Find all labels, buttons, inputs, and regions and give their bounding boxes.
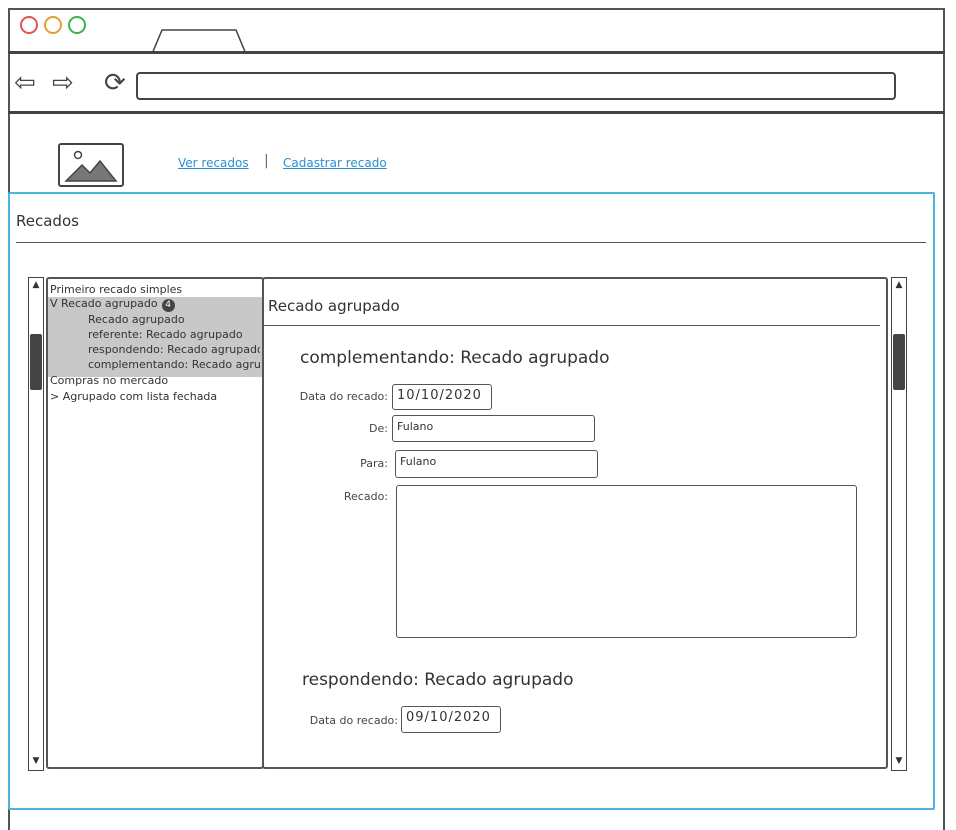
tree-item[interactable]: Compras no mercado (50, 374, 168, 387)
tree-child-item[interactable]: respondendo: Recado agrupado (88, 343, 260, 356)
title-bar (8, 8, 945, 54)
tree-item-collapsed[interactable]: > Agrupado com lista fechada (50, 390, 217, 403)
tree-item[interactable]: Primeiro recado simples (50, 283, 182, 296)
back-arrow-icon[interactable]: ⇦ (14, 68, 36, 98)
browser-tab[interactable] (152, 28, 246, 54)
de-field[interactable]: Fulano (392, 415, 595, 442)
scroll-up-icon[interactable]: ▲ (892, 278, 906, 292)
date-label: Data do recado: (299, 390, 388, 403)
scroll-up-icon[interactable]: ▲ (29, 278, 43, 292)
recado-textarea[interactable] (396, 485, 857, 638)
scroll-down-icon[interactable]: ▼ (29, 754, 43, 768)
scroll-thumb[interactable] (30, 334, 42, 390)
date-label: Data do recado: (309, 714, 398, 727)
para-field[interactable]: Fulano (395, 450, 598, 478)
tree-scrollbar[interactable]: ▲ ▼ (28, 277, 44, 771)
detail-divider (264, 325, 880, 326)
forward-arrow-icon[interactable]: ⇨ (52, 68, 74, 98)
recado-label: Recado: (343, 490, 388, 503)
tree-child-item[interactable]: referente: Recado agrupado (88, 328, 260, 341)
reload-icon[interactable]: ⟳ (104, 68, 126, 98)
date-field[interactable]: 10/10/2020 (392, 384, 492, 410)
logo-image-icon (58, 143, 124, 187)
tree-child-item[interactable]: complementando: Recado agrupado (88, 358, 260, 371)
count-badge: 4 (161, 299, 175, 312)
tree-item-expanded[interactable]: V Recado agrupado 4 (50, 297, 175, 312)
detail-scrollbar[interactable]: ▲ ▼ (891, 277, 907, 771)
ver-recados-link[interactable]: Ver recados (178, 156, 249, 170)
minimize-window-icon[interactable] (44, 16, 62, 34)
cadastrar-recado-link[interactable]: Cadastrar recado (283, 156, 387, 170)
close-window-icon[interactable] (20, 16, 38, 34)
date-field[interactable]: 09/10/2020 (401, 706, 501, 733)
scroll-down-icon[interactable]: ▼ (892, 754, 906, 768)
de-label: De: (369, 422, 388, 435)
nav-separator: | (264, 153, 269, 169)
section-heading: respondendo: Recado agrupado (302, 670, 574, 690)
address-bar[interactable] (136, 72, 896, 100)
para-label: Para: (360, 457, 388, 470)
scroll-thumb[interactable] (893, 334, 905, 390)
maximize-window-icon[interactable] (68, 16, 86, 34)
section-heading: complementando: Recado agrupado (300, 348, 610, 368)
panel-title: Recados (16, 212, 79, 230)
tree-child-item[interactable]: Recado agrupado (88, 313, 185, 326)
detail-title: Recado agrupado (268, 297, 400, 315)
panel-divider (16, 242, 926, 243)
